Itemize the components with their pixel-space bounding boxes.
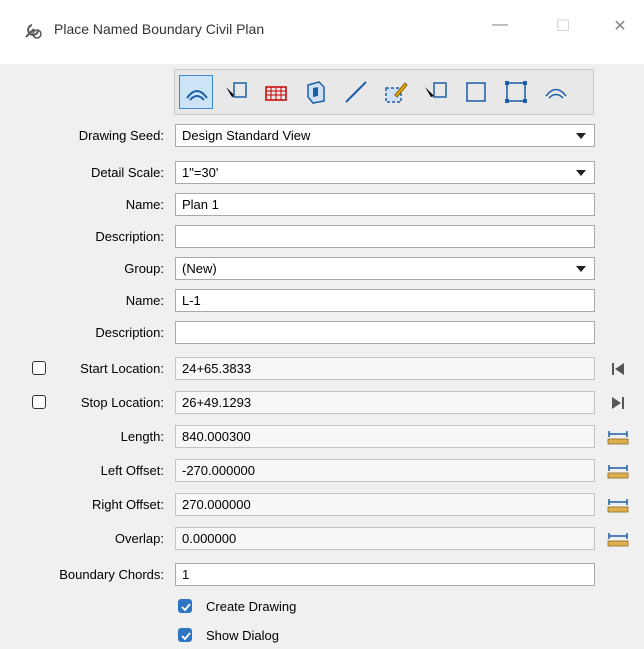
tool-grid-sheet[interactable] <box>259 75 293 109</box>
civil-plan-boundary-icon <box>186 90 208 101</box>
drawing-seed-label: Drawing Seed: <box>78 128 164 143</box>
drawing-seed-row: Drawing Seed: Design Standard View <box>0 124 644 148</box>
title-bar: Place Named Boundary Civil Plan — ☐ ✕ <box>0 0 644 64</box>
group-description-label: Description: <box>95 325 164 340</box>
show-dialog-checkbox[interactable] <box>178 628 192 642</box>
length-input[interactable]: 840.000300 <box>175 425 595 448</box>
group-dropdown[interactable]: (New) <box>175 257 595 280</box>
group-value: (New) <box>182 261 217 276</box>
minimize-button[interactable]: — <box>485 16 515 34</box>
left-offset-row: Left Offset: -270.000000 <box>0 459 644 483</box>
rectangle-icon <box>466 82 486 102</box>
name-row: Name: Plan 1 <box>0 193 644 217</box>
start-location-input[interactable]: 24+65.3833 <box>175 357 595 380</box>
app-wrench-icon <box>25 24 42 39</box>
measure-overlap-icon[interactable] <box>606 529 630 549</box>
name-input[interactable]: Plan 1 <box>175 193 595 216</box>
group-name-input[interactable]: L-1 <box>175 289 595 312</box>
tool-civil-profile-boundary[interactable] <box>539 75 573 109</box>
tool-edit-rectangle[interactable] <box>379 75 413 109</box>
line-icon <box>345 81 367 103</box>
maximize-button[interactable]: ☐ <box>548 16 578 36</box>
length-row: Length: 840.000300 <box>0 425 644 449</box>
create-drawing-checkbox[interactable] <box>178 599 192 613</box>
group-row: Group: (New) <box>0 257 644 281</box>
start-location-checkbox[interactable] <box>32 361 46 375</box>
description-input[interactable] <box>175 225 595 248</box>
checkmark-icon <box>181 632 191 641</box>
right-offset-row: Right Offset: 270.000000 <box>0 493 644 517</box>
measure-right-offset-icon[interactable] <box>606 495 630 515</box>
left-offset-label: Left Offset: <box>100 463 164 478</box>
name-label: Name: <box>125 197 164 212</box>
length-label: Length: <box>120 429 164 444</box>
boundary-chords-row: Boundary Chords: 1 <box>0 563 644 587</box>
overlap-label: Overlap: <box>114 531 164 546</box>
method-toolbar <box>174 69 594 115</box>
select-pointer-icon <box>425 82 447 98</box>
shape-icon <box>505 81 527 103</box>
stop-location-row: Stop Location: 26+49.1293 <box>0 391 644 415</box>
chevron-down-icon <box>576 266 586 272</box>
tool-line[interactable] <box>339 75 373 109</box>
chevron-down-icon <box>576 133 586 139</box>
measure-left-offset-icon[interactable] <box>606 461 630 481</box>
tool-shape[interactable] <box>499 75 533 109</box>
select-element-icon <box>226 82 247 98</box>
drawing-seed-value: Design Standard View <box>182 128 311 143</box>
checkmark-icon <box>181 603 191 612</box>
group-name-row: Name: L-1 <box>0 289 644 313</box>
start-location-label: Start Location: <box>80 361 164 376</box>
tool-select-element[interactable] <box>219 75 253 109</box>
edit-rectangle-icon <box>385 82 408 103</box>
boundary-chords-label: Boundary Chords: <box>59 567 164 582</box>
detail-scale-dropdown[interactable]: 1"=30' <box>175 161 595 184</box>
create-drawing-row: Create Drawing <box>0 595 644 619</box>
tool-rectangle[interactable] <box>459 75 493 109</box>
tool-3d-view[interactable] <box>299 75 333 109</box>
detail-scale-row: Detail Scale: 1"=30' <box>0 161 644 185</box>
start-location-row: Start Location: 24+65.3833 <box>0 357 644 381</box>
stop-location-label: Stop Location: <box>80 395 164 410</box>
description-label: Description: <box>95 229 164 244</box>
show-dialog-label: Show Dialog <box>206 628 279 643</box>
detail-scale-value: 1"=30' <box>182 165 219 180</box>
tool-civil-plan-boundary[interactable] <box>179 75 213 109</box>
group-description-input[interactable] <box>175 321 595 344</box>
group-description-row: Description: <box>0 321 644 345</box>
left-offset-input[interactable]: -270.000000 <box>175 459 595 482</box>
detail-scale-label: Detail Scale: <box>91 165 164 180</box>
civil-profile-boundary-icon <box>545 88 567 99</box>
group-name-label: Name: <box>125 293 164 308</box>
drawing-seed-dropdown[interactable]: Design Standard View <box>175 124 595 147</box>
right-offset-input[interactable]: 270.000000 <box>175 493 595 516</box>
window-title: Place Named Boundary Civil Plan <box>54 21 265 37</box>
chevron-down-icon <box>576 170 586 176</box>
overlap-row: Overlap: 0.000000 <box>0 527 644 551</box>
close-button[interactable]: ✕ <box>605 16 635 36</box>
description-row: Description: <box>0 225 644 249</box>
show-dialog-row: Show Dialog <box>0 624 644 648</box>
boundary-chords-input[interactable]: 1 <box>175 563 595 586</box>
create-drawing-label: Create Drawing <box>206 599 297 614</box>
go-to-start-icon[interactable] <box>606 359 630 379</box>
3d-view-icon <box>307 81 325 104</box>
tool-select-pointer[interactable] <box>419 75 453 109</box>
stop-location-checkbox[interactable] <box>32 395 46 409</box>
right-offset-label: Right Offset: <box>91 497 164 512</box>
group-label: Group: <box>124 261 164 276</box>
grid-sheet-icon <box>265 86 287 101</box>
go-to-end-icon[interactable] <box>606 393 630 413</box>
measure-length-icon[interactable] <box>606 427 630 447</box>
overlap-input[interactable]: 0.000000 <box>175 527 595 550</box>
stop-location-input[interactable]: 26+49.1293 <box>175 391 595 414</box>
